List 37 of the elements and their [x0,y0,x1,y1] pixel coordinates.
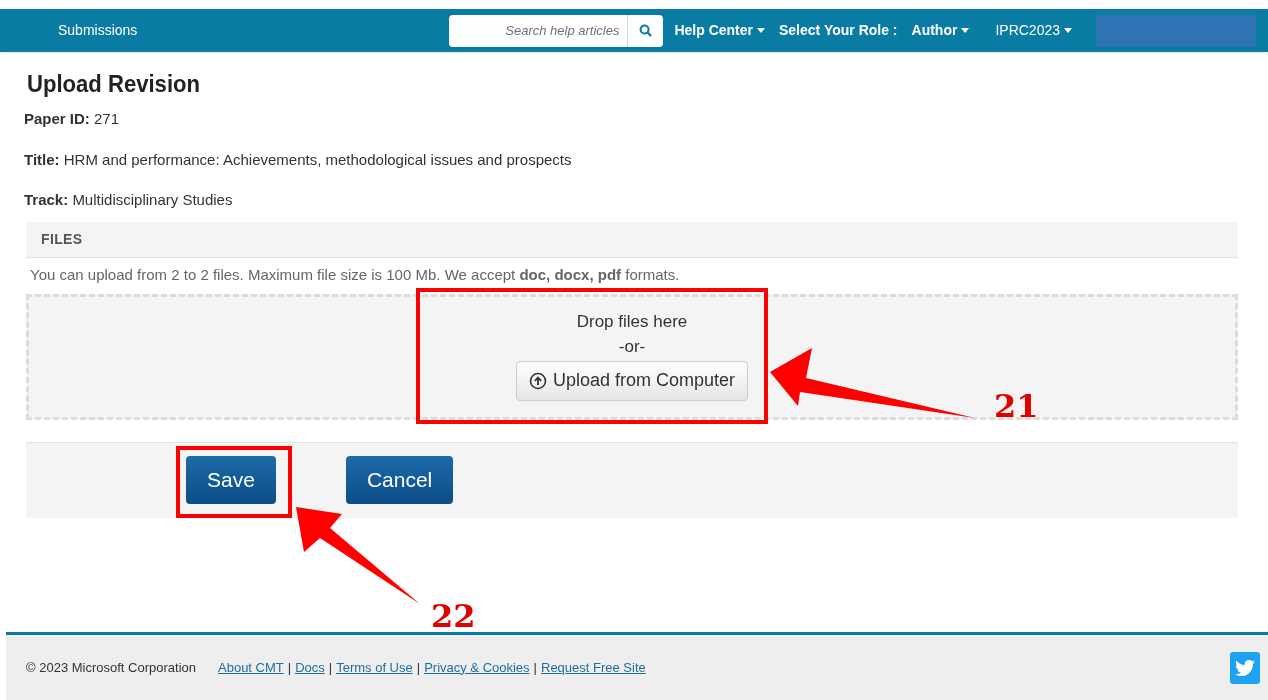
role-label: Select Your Role : [779,21,898,40]
link-separator: | [328,658,333,677]
link-separator: | [287,658,292,677]
upload-icon [528,371,547,390]
footer-link[interactable]: About CMT [218,657,284,678]
caret-icon [1064,28,1072,33]
upload-button[interactable]: Upload from Computer [515,360,749,401]
detail-line: Paper ID: 271 [24,109,121,129]
detail-line: Track: Multidisciplinary Studies [24,190,234,210]
footer-link[interactable]: Privacy & Cookies [424,657,530,678]
nav-dropdown[interactable]: Author [911,20,970,41]
upload-hint: You can upload from 2 to 2 files. Maximum file size is 100 Mb. We accept doc, docx, pdf formats. [30,265,681,284]
or-text: -or- [618,335,646,358]
footer-link[interactable]: Request Free Site [541,657,646,678]
nav-dropdown[interactable]: IPRC2023 [995,20,1072,41]
action-button[interactable]: Cancel [345,456,454,504]
footer-link[interactable]: Docs [295,657,325,678]
caret-icon [961,28,970,33]
submissions-link[interactable]: Submissions [58,20,138,41]
page-title: Upload Revision [27,70,201,98]
caret-icon [757,28,765,33]
drop-text: Drop files here [576,310,688,333]
callout-number: 21 [994,390,1039,422]
link-separator: | [416,658,421,677]
search-button[interactable] [627,14,664,47]
twitter-button[interactable] [1230,651,1260,684]
detail-line: Title: HRM and performance: Achievements, methodological issues and prospects [24,149,573,170]
action-button[interactable]: Save [186,456,276,504]
link-separator: | [533,658,537,677]
nav-dropdown[interactable]: Help Center [674,20,765,41]
footer-link[interactable]: Terms of Use [336,657,413,678]
copyright-text: © 2023 Microsoft Corporation [26,658,196,677]
files-heading: FILES [41,229,83,249]
search-icon [639,24,653,37]
callout-number: 22 [431,600,476,632]
search-field[interactable]: Search help articles [449,14,628,47]
bird-icon [1235,657,1255,678]
